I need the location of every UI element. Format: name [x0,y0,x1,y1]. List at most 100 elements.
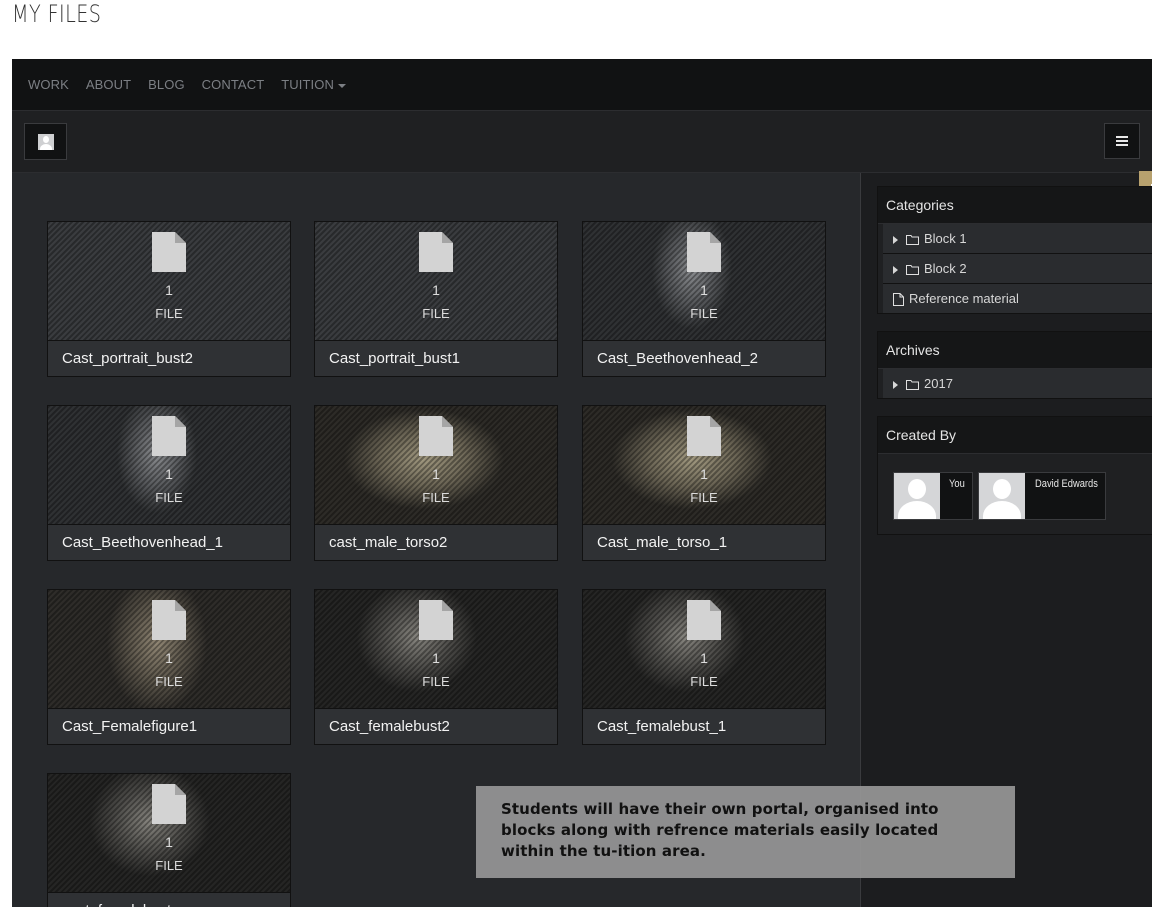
folder-name: Cast_Beethovenhead_2 [583,340,825,376]
folder-card[interactable]: 1 FILE Cast_femalebust_1 [582,589,826,745]
file-icon [152,784,186,824]
creator-you[interactable]: You [893,472,973,520]
folder-name: Cast_portrait_bust1 [315,340,557,376]
folder-card[interactable]: 1 FILE cast_femalebust [47,773,291,907]
file-unit-label: FILE [155,674,183,689]
caret-right-icon [893,265,898,274]
user-avatar-icon [37,133,54,150]
folder-card[interactable]: 1 FILE cast_male_torso2 [314,405,558,561]
file-unit-label: FILE [155,490,183,505]
file-icon [687,600,721,640]
file-count: 1 [165,650,173,666]
file-count: 1 [432,282,440,298]
file-icon [419,600,453,640]
creator-david-edwards[interactable]: David Edwards [978,472,1106,520]
archives-title: Archives [878,332,1152,369]
file-icon [419,416,453,456]
file-icon [152,232,186,272]
folder-name: Cast_femalebust2 [315,708,557,744]
folder-thumbnail: 1 FILE [583,406,825,524]
folder-card[interactable]: 1 FILE Cast_Beethovenhead_1 [47,405,291,561]
folder-name: Cast_male_torso_1 [583,524,825,560]
view-toggle [1104,123,1152,207]
folder-card[interactable]: 1 FILE Cast_femalebust2 [314,589,558,745]
folder-name: cast_femalebust [48,892,290,907]
nav-item-tuition-label: TUITION [281,77,334,92]
nav-item-tuition[interactable]: TUITION [281,77,346,92]
folder-name: Cast_Beethovenhead_1 [48,524,290,560]
folder-name: Cast_femalebust_1 [583,708,825,744]
page-title: MY FILES [12,0,102,28]
file-count: 1 [165,834,173,850]
file-unit-label: FILE [422,490,450,505]
file-unit-label: FILE [422,306,450,321]
category-reference-material[interactable]: Reference material [883,284,1152,313]
file-icon [687,232,721,272]
file-unit-label: FILE [155,858,183,873]
category-label: Reference material [909,291,1019,306]
avatar [894,473,940,519]
top-navbar: WORK ABOUT BLOG CONTACT TUITION [12,59,1152,111]
archives-panel: Archives 2017 [877,331,1152,399]
file-icon [152,600,186,640]
toolbar [12,111,1152,207]
archive-label: 2017 [924,376,953,391]
folder-thumbnail: 1 FILE [48,774,290,892]
folder-thumbnail: 1 FILE [48,590,290,708]
creator-name: David Edwards [1035,478,1098,490]
caret-right-icon [893,380,898,389]
file-count: 1 [432,650,440,666]
nav-item-contact[interactable]: CONTACT [202,77,265,92]
file-count: 1 [700,650,708,666]
folder-name: cast_male_torso2 [315,524,557,560]
file-count: 1 [700,466,708,482]
creator-name: You [949,478,965,490]
nav-item-work[interactable]: WORK [28,77,69,92]
file-unit-label: FILE [155,306,183,321]
file-icon [152,416,186,456]
folder-name: Cast_Femalefigure1 [48,708,290,744]
folder-card[interactable]: 1 FILE Cast_portrait_bust1 [314,221,558,377]
folder-thumbnail: 1 FILE [48,406,290,524]
folder-thumbnail: 1 FILE [48,222,290,340]
file-unit-label: FILE [422,674,450,689]
file-unit-label: FILE [690,674,718,689]
file-icon [687,416,721,456]
folder-thumbnail: 1 FILE [315,406,557,524]
avatar [979,473,1025,519]
file-unit-label: FILE [690,306,718,321]
folder-icon [906,265,919,276]
category-label: Block 1 [924,231,967,246]
file-icon [419,232,453,272]
folder-thumbnail: 1 FILE [583,222,825,340]
folder-thumbnail: 1 FILE [315,222,557,340]
file-unit-label: FILE [690,490,718,505]
creators-list: You David Edwards [878,454,1152,534]
user-avatar-button[interactable] [24,123,67,160]
category-block-2[interactable]: Block 2 [883,254,1152,284]
file-count: 1 [432,466,440,482]
list-view-button[interactable] [1104,123,1140,159]
folder-thumbnail: 1 FILE [315,590,557,708]
category-block-1[interactable]: Block 1 [883,224,1152,254]
file-count: 1 [165,282,173,298]
created-by-panel: Created By You David Edwards [877,416,1152,535]
file-count: 1 [700,282,708,298]
folder-name: Cast_portrait_bust2 [48,340,290,376]
folder-card[interactable]: 1 FILE Cast_Femalefigure1 [47,589,291,745]
caret-down-icon [337,83,346,88]
folder-card[interactable]: 1 FILE Cast_portrait_bust2 [47,221,291,377]
folder-card[interactable]: 1 FILE Cast_male_torso_1 [582,405,826,561]
category-label: Block 2 [924,261,967,276]
folder-icon [906,380,919,391]
list-icon [1116,136,1128,146]
created-by-title: Created By [878,417,1152,454]
folder-card[interactable]: 1 FILE Cast_Beethovenhead_2 [582,221,826,377]
categories-panel: Categories Block 1 Block 2 Reference mat… [877,186,1152,314]
archive-2017[interactable]: 2017 [883,369,1152,398]
files-app: WORK ABOUT BLOG CONTACT TUITION 1 FILE Cas… [12,59,1152,907]
nav-item-about[interactable]: ABOUT [86,77,131,92]
folder-icon [906,235,919,246]
nav-item-blog[interactable]: BLOG [148,77,185,92]
annotation-note: Students will have their own portal, org… [476,786,1015,878]
